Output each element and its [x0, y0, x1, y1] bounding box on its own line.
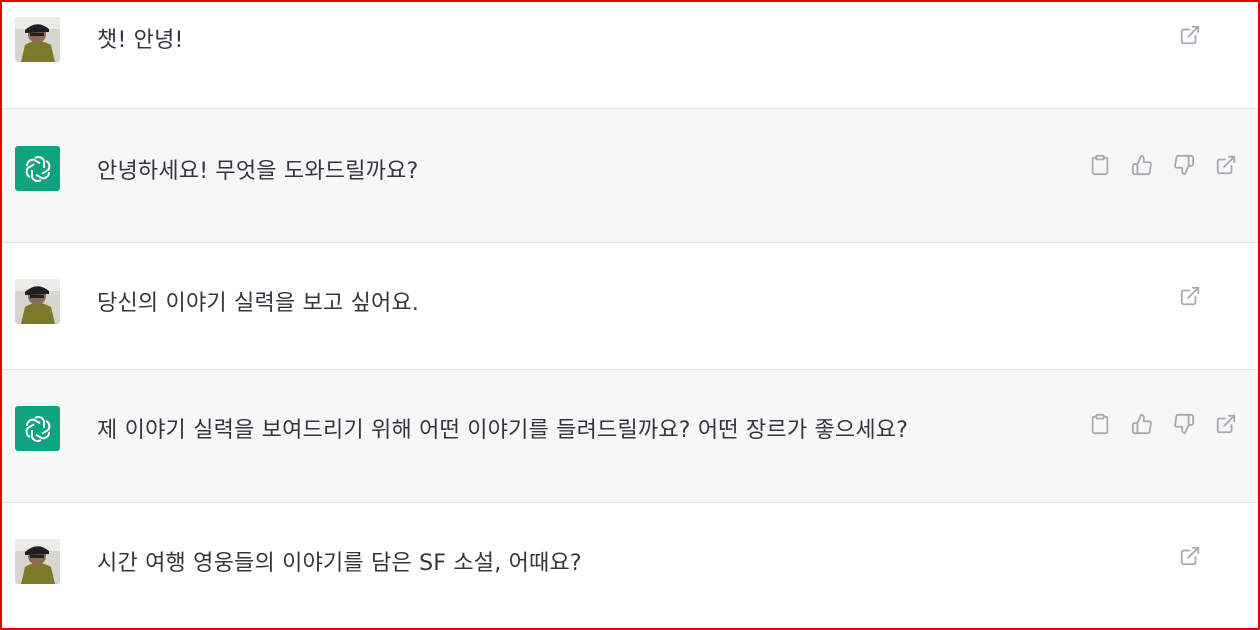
chatgpt-logo-avatar — [15, 406, 60, 451]
message-text: 안녕하세요! 무엇을 도와드릴까요? — [97, 159, 419, 184]
chatgpt-logo-avatar — [15, 146, 60, 191]
share-icon[interactable] — [1178, 544, 1202, 568]
user-avatar — [15, 279, 60, 324]
share-icon[interactable] — [1214, 412, 1238, 436]
clipboard-icon[interactable] — [1088, 412, 1112, 436]
message-row-user: 챗! 안녕! — [2, 2, 1258, 108]
clipboard-icon[interactable] — [1088, 153, 1112, 177]
user-avatar — [15, 539, 60, 584]
share-icon[interactable] — [1178, 23, 1202, 47]
message-text: 당신의 이야기 실력을 보고 싶어요. — [97, 291, 420, 316]
thumbs-down-icon[interactable] — [1172, 412, 1196, 436]
message-row-assistant: 안녕하세요! 무엇을 도와드릴까요? — [2, 108, 1258, 242]
message-text: 시간 여행 영웅들의 이야기를 담은 SF 소설, 어때요? — [97, 551, 582, 576]
message-text: 제 이야기 실력을 보여드리기 위해 어떤 이야기를 들려드릴까요? 어떤 장르… — [97, 418, 909, 443]
message-actions — [1178, 23, 1202, 47]
thumbs-up-icon[interactable] — [1130, 153, 1154, 177]
message-actions — [1088, 153, 1238, 177]
message-row-user: 당신의 이야기 실력을 보고 싶어요. — [2, 242, 1258, 369]
message-text: 챗! 안녕! — [97, 28, 184, 53]
chat-window: 챗! 안녕! 안녕하세요! 무엇을 도와드릴까요? 당신의 이야기 실력을 보고… — [0, 0, 1260, 630]
message-actions — [1088, 412, 1238, 436]
share-icon[interactable] — [1178, 284, 1202, 308]
message-actions — [1178, 284, 1202, 308]
user-avatar — [15, 17, 60, 62]
message-actions — [1178, 544, 1202, 568]
message-row-assistant: 제 이야기 실력을 보여드리기 위해 어떤 이야기를 들려드릴까요? 어떤 장르… — [2, 369, 1258, 502]
share-icon[interactable] — [1214, 153, 1238, 177]
message-row-user: 시간 여행 영웅들의 이야기를 담은 SF 소설, 어때요? — [2, 502, 1258, 628]
thumbs-down-icon[interactable] — [1172, 153, 1196, 177]
thumbs-up-icon[interactable] — [1130, 412, 1154, 436]
